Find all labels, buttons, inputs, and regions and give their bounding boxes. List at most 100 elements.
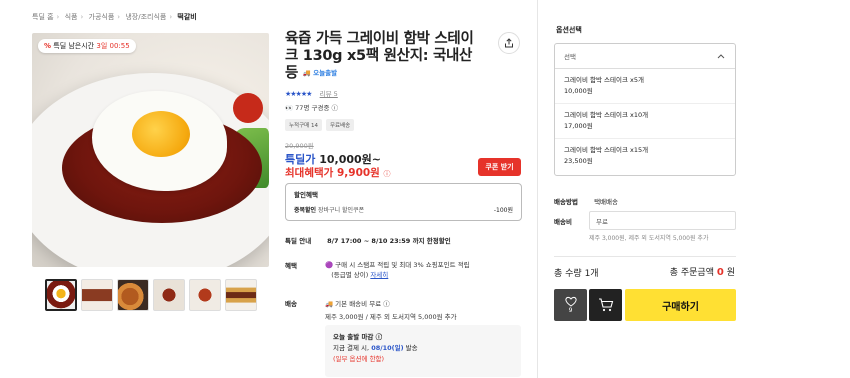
total-quantity-label: 총 수량 — [554, 269, 582, 279]
dispatch-title: 오늘 출발 마감 — [333, 333, 374, 341]
breadcrumb-current[interactable]: 떡갈비 — [177, 13, 196, 21]
timer-time: 00:55 — [109, 42, 130, 50]
info-icon[interactable]: ⓘ — [332, 104, 339, 112]
dispatch-date: 08/10(일) — [371, 344, 404, 352]
tag: 무료배송 — [326, 119, 355, 131]
option-dropdown: 선택 그레이비 함박 스테이크 x5개 10,000원 그레이비 함박 스테이크… — [554, 43, 736, 176]
shipping-section: 배송 🚚 기본 배송비 무료 ⓘ 제주 3,000원 / 제주 외 도서지역 5… — [285, 298, 457, 321]
shipping-line1: 기본 배송비 무료 — [335, 300, 382, 308]
share-icon — [505, 38, 513, 48]
discount-header: 할인혜택 — [294, 191, 318, 199]
deal-guide-value: 8/7 17:00 ~ 8/10 23:59 까지 한정할인 — [327, 237, 451, 245]
total-quantity-value: 1개 — [584, 269, 599, 279]
info-icon[interactable]: ⓘ — [383, 300, 390, 308]
shipping-label: 배송 — [285, 300, 297, 308]
option-select-header[interactable]: 선택 — [555, 44, 735, 69]
share-button[interactable] — [498, 32, 520, 54]
coupon-button[interactable]: 쿠폰 받기 — [478, 158, 521, 176]
option-item-price: 10,000원 — [564, 87, 593, 95]
breadcrumb-item[interactable]: 식품 — [65, 13, 78, 21]
deal-guide-label: 특딜 안내 — [285, 237, 312, 245]
option-placeholder: 선택 — [564, 53, 576, 61]
timer-days: 3일 — [96, 42, 108, 50]
info-icon[interactable]: ⓘ — [384, 170, 391, 178]
deal-guide: 특딜 안내 8/7 17:00 ~ 8/10 23:59 까지 한정할인 — [285, 235, 451, 245]
total-amount-value: 0 — [716, 267, 724, 278]
thumbnail-1[interactable] — [45, 279, 77, 311]
option-title: 옵션선택 — [556, 26, 582, 34]
discount-box: 할인혜택 중복할인 장바구니 할인쿠폰 -100원 — [285, 183, 522, 221]
benefit-line1: 구매 시 스탬프 적립 및 최대 3% 쇼핑포인트 적립 — [335, 261, 470, 269]
shipping-line2: 제주 3,000원 / 제주 외 도서지역 5,000원 추가 — [325, 313, 457, 321]
total-quantity: 총 수량 1개 — [554, 266, 599, 279]
benefit-text: 🟣 구매 시 스탬프 적립 및 최대 3% 쇼핑포인트 적립 (등급별 상이) … — [325, 260, 470, 280]
wishlist-count: 9 — [568, 307, 573, 314]
breadcrumb-item[interactable]: 가공식품 — [89, 13, 115, 21]
option-item-price: 17,000원 — [564, 122, 593, 130]
buy-button[interactable]: 구매하기 — [625, 289, 736, 321]
dispatch-prefix: 지금 결제 시, — [333, 344, 370, 352]
total-amount: 총 주문금액 0 원 — [670, 265, 735, 278]
today-dispatch-label: 오늘출발 — [313, 69, 338, 77]
stamp-icon: 🟣 — [325, 261, 334, 269]
benefit-section: 혜택 🟣 구매 시 스탬프 적립 및 최대 3% 쇼핑포인트 적립 (등급별 상… — [285, 260, 470, 279]
egg-yolk-shape — [132, 111, 190, 157]
option-item-price: 23,500원 — [564, 157, 593, 165]
cart-button[interactable] — [589, 289, 622, 321]
option-item-name: 그레이비 함박 스테이크 x10개 — [564, 111, 649, 119]
truck-icon: 🚚 — [325, 300, 334, 308]
deal-timer-badge: % 특딜 남은시간 3일 00:55 — [38, 39, 136, 53]
delivery-fee-label-row: 배송비 — [554, 216, 592, 226]
max-benefit-value: 9,900원 — [336, 167, 380, 179]
option-item-name: 그레이비 함박 스테이크 x15개 — [564, 146, 649, 154]
chevron-up-icon — [717, 54, 725, 59]
rating: ★★★★★ 리뷰 5 — [285, 88, 338, 98]
timer-label: 특딜 남은시간 — [53, 42, 95, 50]
max-benefit-label: 최대혜택가 — [285, 167, 334, 179]
discount-row-label: 중복할인 — [294, 207, 317, 214]
dispatch-note: (일부 옵션에 한함) — [333, 355, 385, 363]
thumbnail-5[interactable] — [189, 279, 221, 311]
option-item[interactable]: 그레이비 함박 스테이크 x15개 23,500원 — [555, 139, 735, 174]
product-tags: 누적구매 14 무료배송 — [285, 119, 355, 131]
total-amount-label: 총 주문금액 — [669, 268, 714, 278]
discount-amount: -100원 — [493, 207, 513, 214]
product-title: 육즙 가득 그레이비 함박 스테이크 130g x5팩 원산지: 국내산 등 🚚… — [285, 31, 485, 83]
dispatch-suffix: 발송 — [405, 344, 418, 352]
breadcrumb: 특딜 홈 › 식품 › 가공식품 › 냉장/조리식품 › 떡갈비 — [32, 13, 197, 21]
tomato-shape — [233, 93, 263, 123]
thumbnail-6[interactable] — [225, 279, 257, 311]
delivery-method-value: 택배배송 — [594, 198, 618, 206]
breadcrumb-item[interactable]: 특딜 홈 — [32, 13, 54, 21]
benefit-detail-link[interactable]: 자세히 — [370, 271, 388, 279]
viewer-count-text: 77명 구경중 — [295, 104, 330, 112]
option-item-name: 그레이비 함박 스테이크 x5개 — [564, 76, 644, 84]
tag: 누적구매 14 — [285, 119, 322, 131]
star-rating-icon: ★★★★★ — [285, 90, 312, 98]
viewer-count: 👀 77명 구경중 ⓘ — [285, 102, 338, 112]
info-icon[interactable]: ⓘ — [376, 333, 383, 341]
breadcrumb-item[interactable]: 냉장/조리식품 — [125, 13, 166, 21]
max-benefit-price: 최대혜택가 9,900원 ⓘ — [285, 165, 391, 180]
review-link[interactable]: 리뷰 5 — [320, 90, 338, 98]
percent-icon: % — [44, 42, 52, 50]
discount-row-sub: 장바구니 할인쿠폰 — [318, 207, 365, 214]
option-item[interactable]: 그레이비 함박 스테이크 x5개 10,000원 — [555, 69, 735, 104]
wishlist-button[interactable]: 9 — [554, 289, 587, 321]
today-dispatch-badge: 🚚 오늘출발 — [302, 69, 338, 77]
original-price: 20,900원 — [285, 142, 314, 150]
delivery-method: 배송방법 택배배송 — [554, 196, 618, 206]
delivery-fee-select[interactable]: 무료 — [589, 211, 736, 230]
thumbnail-2[interactable] — [81, 279, 113, 311]
benefit-label: 혜택 — [285, 262, 297, 270]
benefit-line2: (등급별 상이) — [331, 271, 369, 279]
product-main-image[interactable]: % 특딜 남은시간 3일 00:55 — [32, 33, 269, 267]
option-item[interactable]: 그레이비 함박 스테이크 x10개 17,000원 — [555, 104, 735, 139]
cart-icon — [598, 298, 613, 312]
thumbnail-3[interactable] — [117, 279, 149, 311]
delivery-fee-note: 제주 3,000원, 제주 외 도서지역 5,000원 추가 — [589, 235, 709, 242]
thumbnail-4[interactable] — [153, 279, 185, 311]
total-amount-unit: 원 — [726, 268, 735, 278]
heart-icon — [564, 296, 577, 307]
delivery-fee-label: 배송비 — [554, 218, 572, 226]
